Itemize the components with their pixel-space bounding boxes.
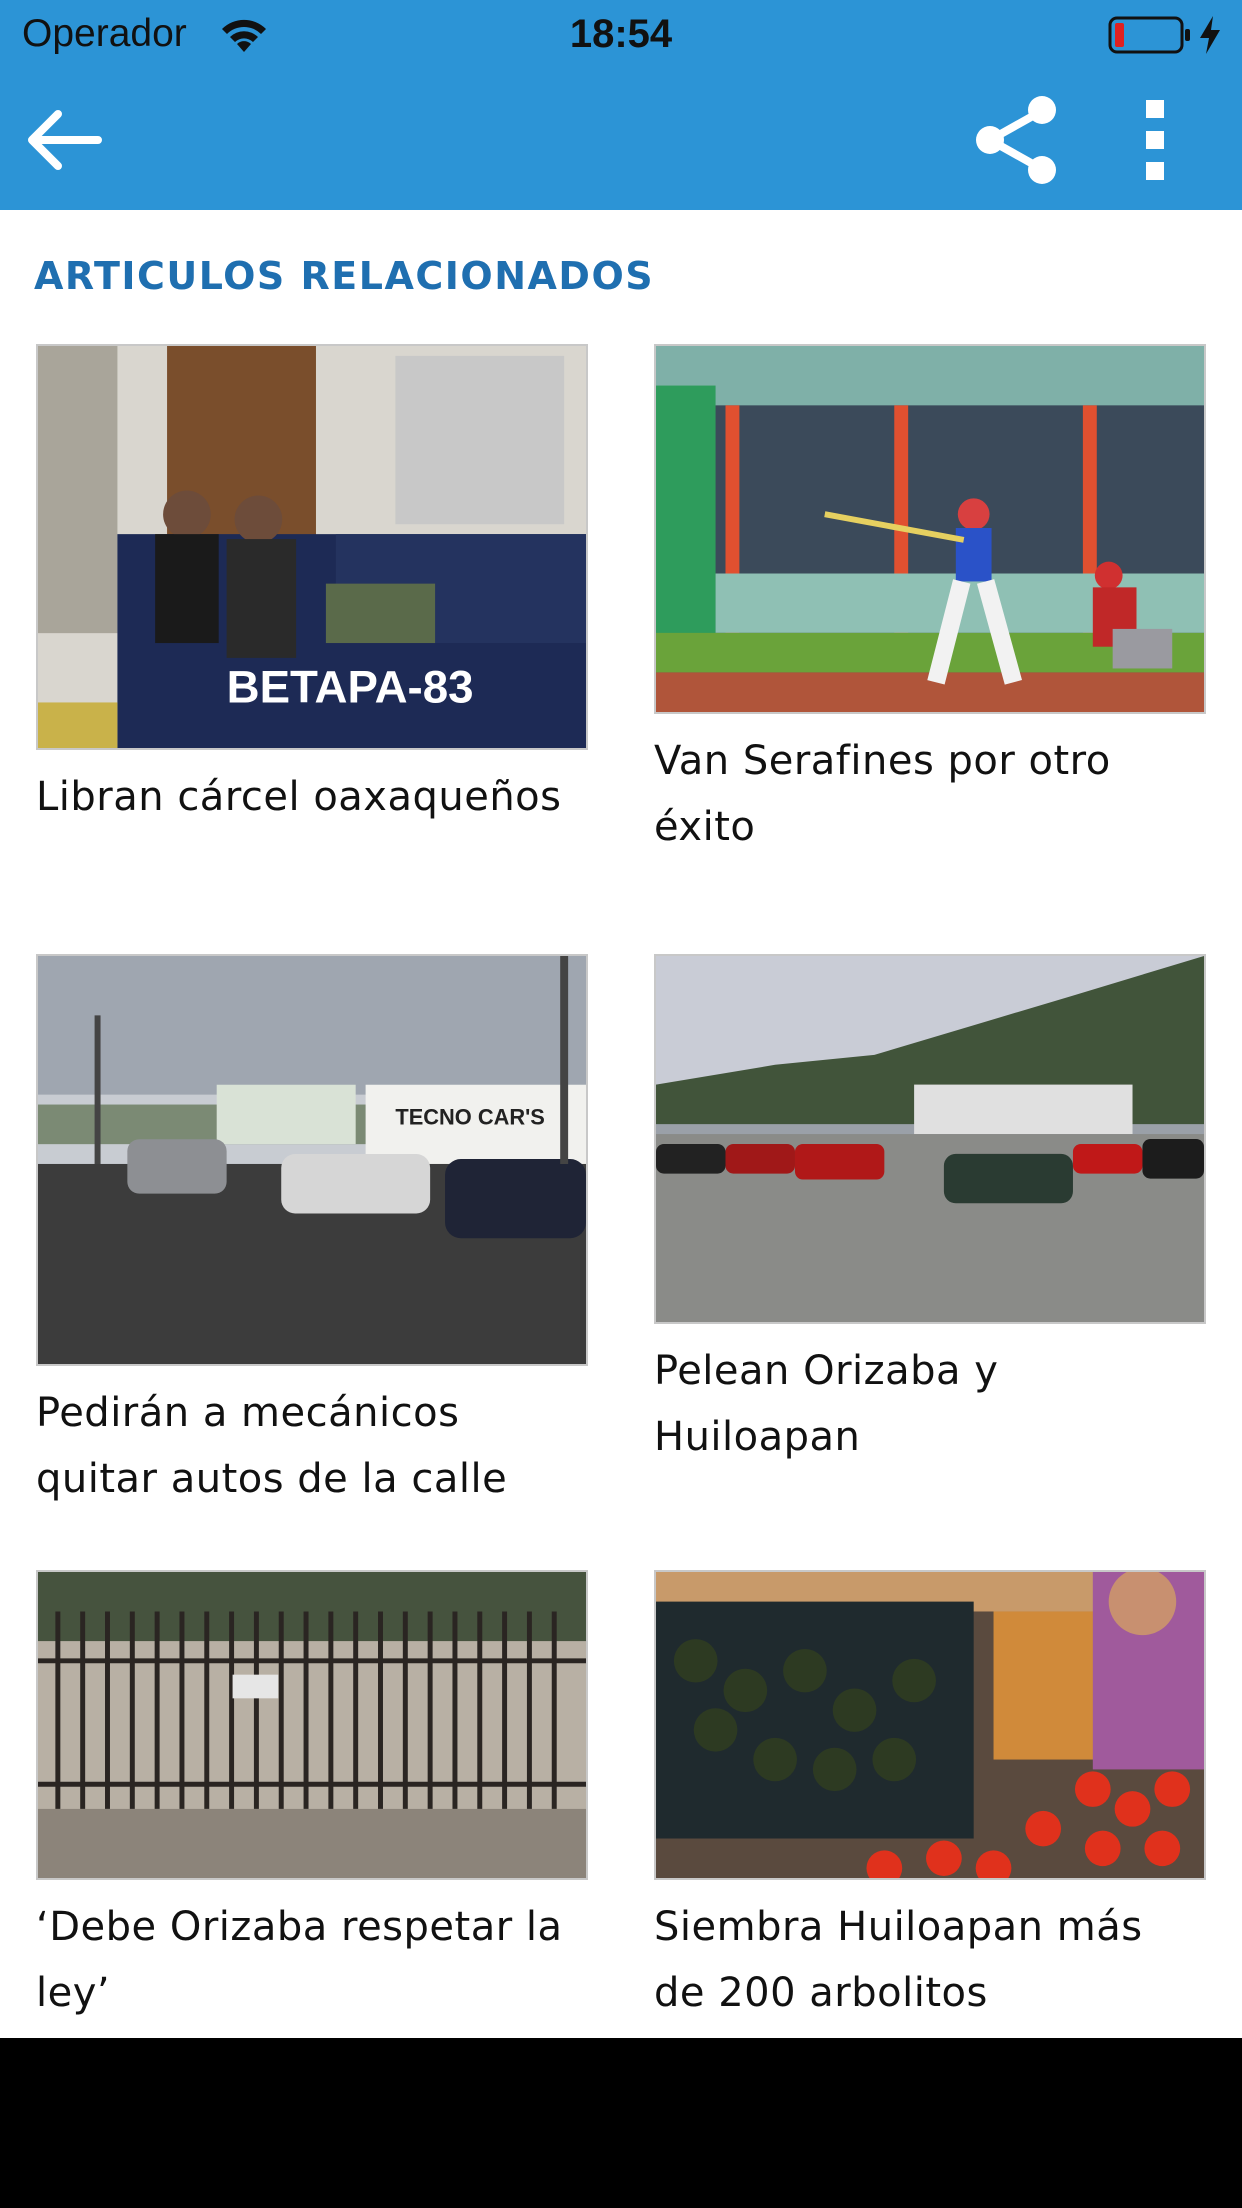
- section-title: ARTICULOS RELACIONADOS: [34, 254, 655, 298]
- article-title: Van Serafines por otro éxito: [654, 738, 1111, 850]
- street-cars-photo: TECNO CAR'S: [36, 954, 588, 1366]
- article-card[interactable]: Siembra Huiloapan más de 200 arbolitos: [654, 1570, 1206, 2026]
- status-time: 18:54: [569, 12, 673, 56]
- article-title: Pedirán a mecánicos quitar autos de la c…: [36, 1390, 508, 1502]
- toolbar: [0, 68, 1242, 210]
- article-title: ‘Debe Orizaba respetar la ley’: [36, 1904, 563, 2016]
- svg-text:BETAPA-83: BETAPA-83: [227, 662, 474, 713]
- baseball-game-photo: [654, 344, 1206, 714]
- share-icon[interactable]: [968, 92, 1064, 188]
- app-header: Operador 18:54: [0, 0, 1242, 210]
- more-vertical-icon[interactable]: [1128, 92, 1184, 188]
- svg-text:TECNO CAR'S: TECNO CAR'S: [395, 1104, 544, 1129]
- market-produce-photo: [654, 1570, 1206, 1880]
- article-title: Siembra Huiloapan más de 200 arbolitos: [654, 1904, 1143, 2016]
- related-articles-section: ARTICULOS RELACIONADOS BETAPA-83 Libran …: [0, 210, 1242, 2038]
- article-title: Libran cárcel oaxaqueños: [36, 774, 562, 820]
- status-bar: Operador 18:54: [0, 0, 1242, 68]
- article-title: Pelean Orizaba y Huiloapan: [654, 1348, 999, 1460]
- article-card[interactable]: ‘Debe Orizaba respetar la ley’: [36, 1570, 588, 2026]
- parking-lot-mountains-photo: [654, 954, 1206, 1324]
- battery-icon: [1108, 16, 1190, 54]
- article-card[interactable]: Van Serafines por otro éxito: [654, 344, 1206, 860]
- bottom-black-area: [0, 2038, 1242, 2208]
- article-card[interactable]: BETAPA-83 Libran cárcel oaxaqueños: [36, 344, 588, 830]
- article-card[interactable]: Pelean Orizaba y Huiloapan: [654, 954, 1206, 1470]
- charging-bolt-icon: [1200, 16, 1220, 54]
- article-card[interactable]: TECNO CAR'S Pedirán a mecánicos quitar a…: [36, 954, 588, 1512]
- back-arrow-icon[interactable]: [18, 94, 110, 186]
- police-truck-photo: BETAPA-83: [36, 344, 588, 750]
- iron-gate-photo: [36, 1570, 588, 1880]
